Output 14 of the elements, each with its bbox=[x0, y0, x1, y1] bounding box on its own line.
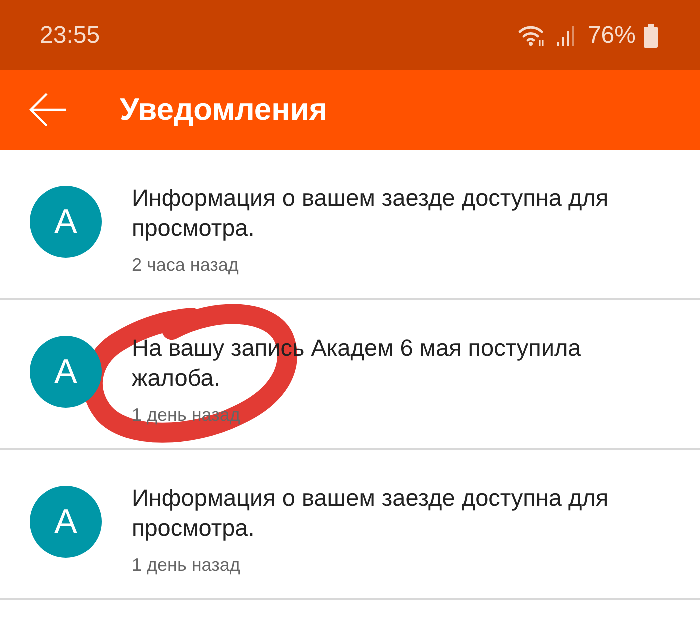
notification-text: Информация о вашем заезде доступна для просмотра. bbox=[132, 184, 610, 243]
back-button[interactable] bbox=[28, 92, 68, 128]
battery-icon bbox=[644, 24, 658, 48]
avatar: A bbox=[30, 186, 102, 258]
screen-title: Уведомления bbox=[120, 92, 328, 128]
notification-time: 2 часа назад bbox=[132, 255, 240, 276]
notification-time: 1 день назад bbox=[132, 555, 242, 576]
signal-icon bbox=[556, 24, 576, 46]
status-time: 23:55 bbox=[40, 22, 102, 50]
back-arrow-icon bbox=[28, 92, 68, 128]
avatar: A bbox=[30, 486, 102, 558]
battery-percentage: 76% bbox=[588, 22, 636, 50]
notification-text: Информация о вашем заезде доступна для просмотра. bbox=[132, 484, 610, 543]
avatar: A bbox=[30, 336, 102, 408]
